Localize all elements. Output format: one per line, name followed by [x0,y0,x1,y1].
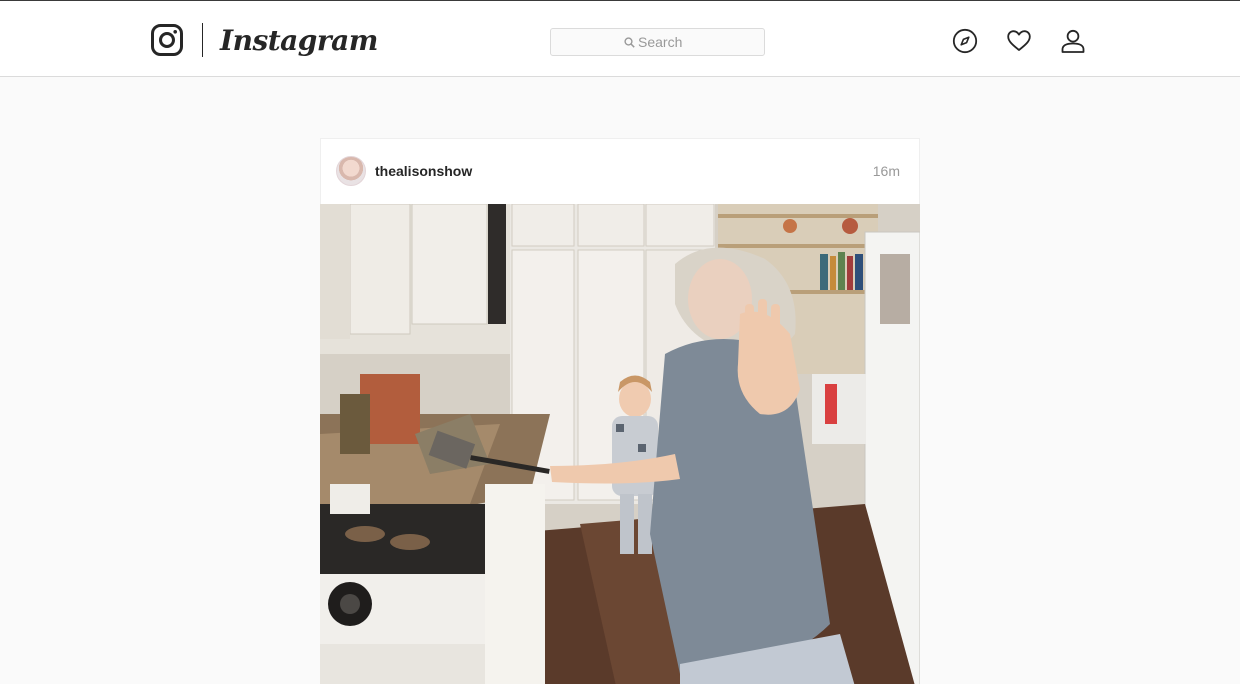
top-nav-bar: Instagram [0,1,1240,77]
post-video[interactable] [320,204,920,684]
post-video-frame-image [320,204,920,684]
feed-post: thealisonshow 16m [320,138,920,684]
post-header: thealisonshow 16m [321,139,919,204]
avatar[interactable] [336,156,366,186]
activity-heart-icon[interactable] [1006,28,1032,54]
explore-compass-icon[interactable] [952,28,978,54]
post-timestamp[interactable]: 16m [873,162,900,180]
search-box[interactable] [550,28,765,56]
brand-divider [202,23,203,57]
instagram-camera-logo-icon[interactable] [151,24,183,56]
search-input[interactable] [638,33,748,51]
post-username[interactable]: thealisonshow [375,162,472,180]
instagram-wordmark-logo[interactable]: Instagram [220,23,378,59]
profile-person-icon[interactable] [1060,28,1086,54]
search-icon [624,37,635,48]
